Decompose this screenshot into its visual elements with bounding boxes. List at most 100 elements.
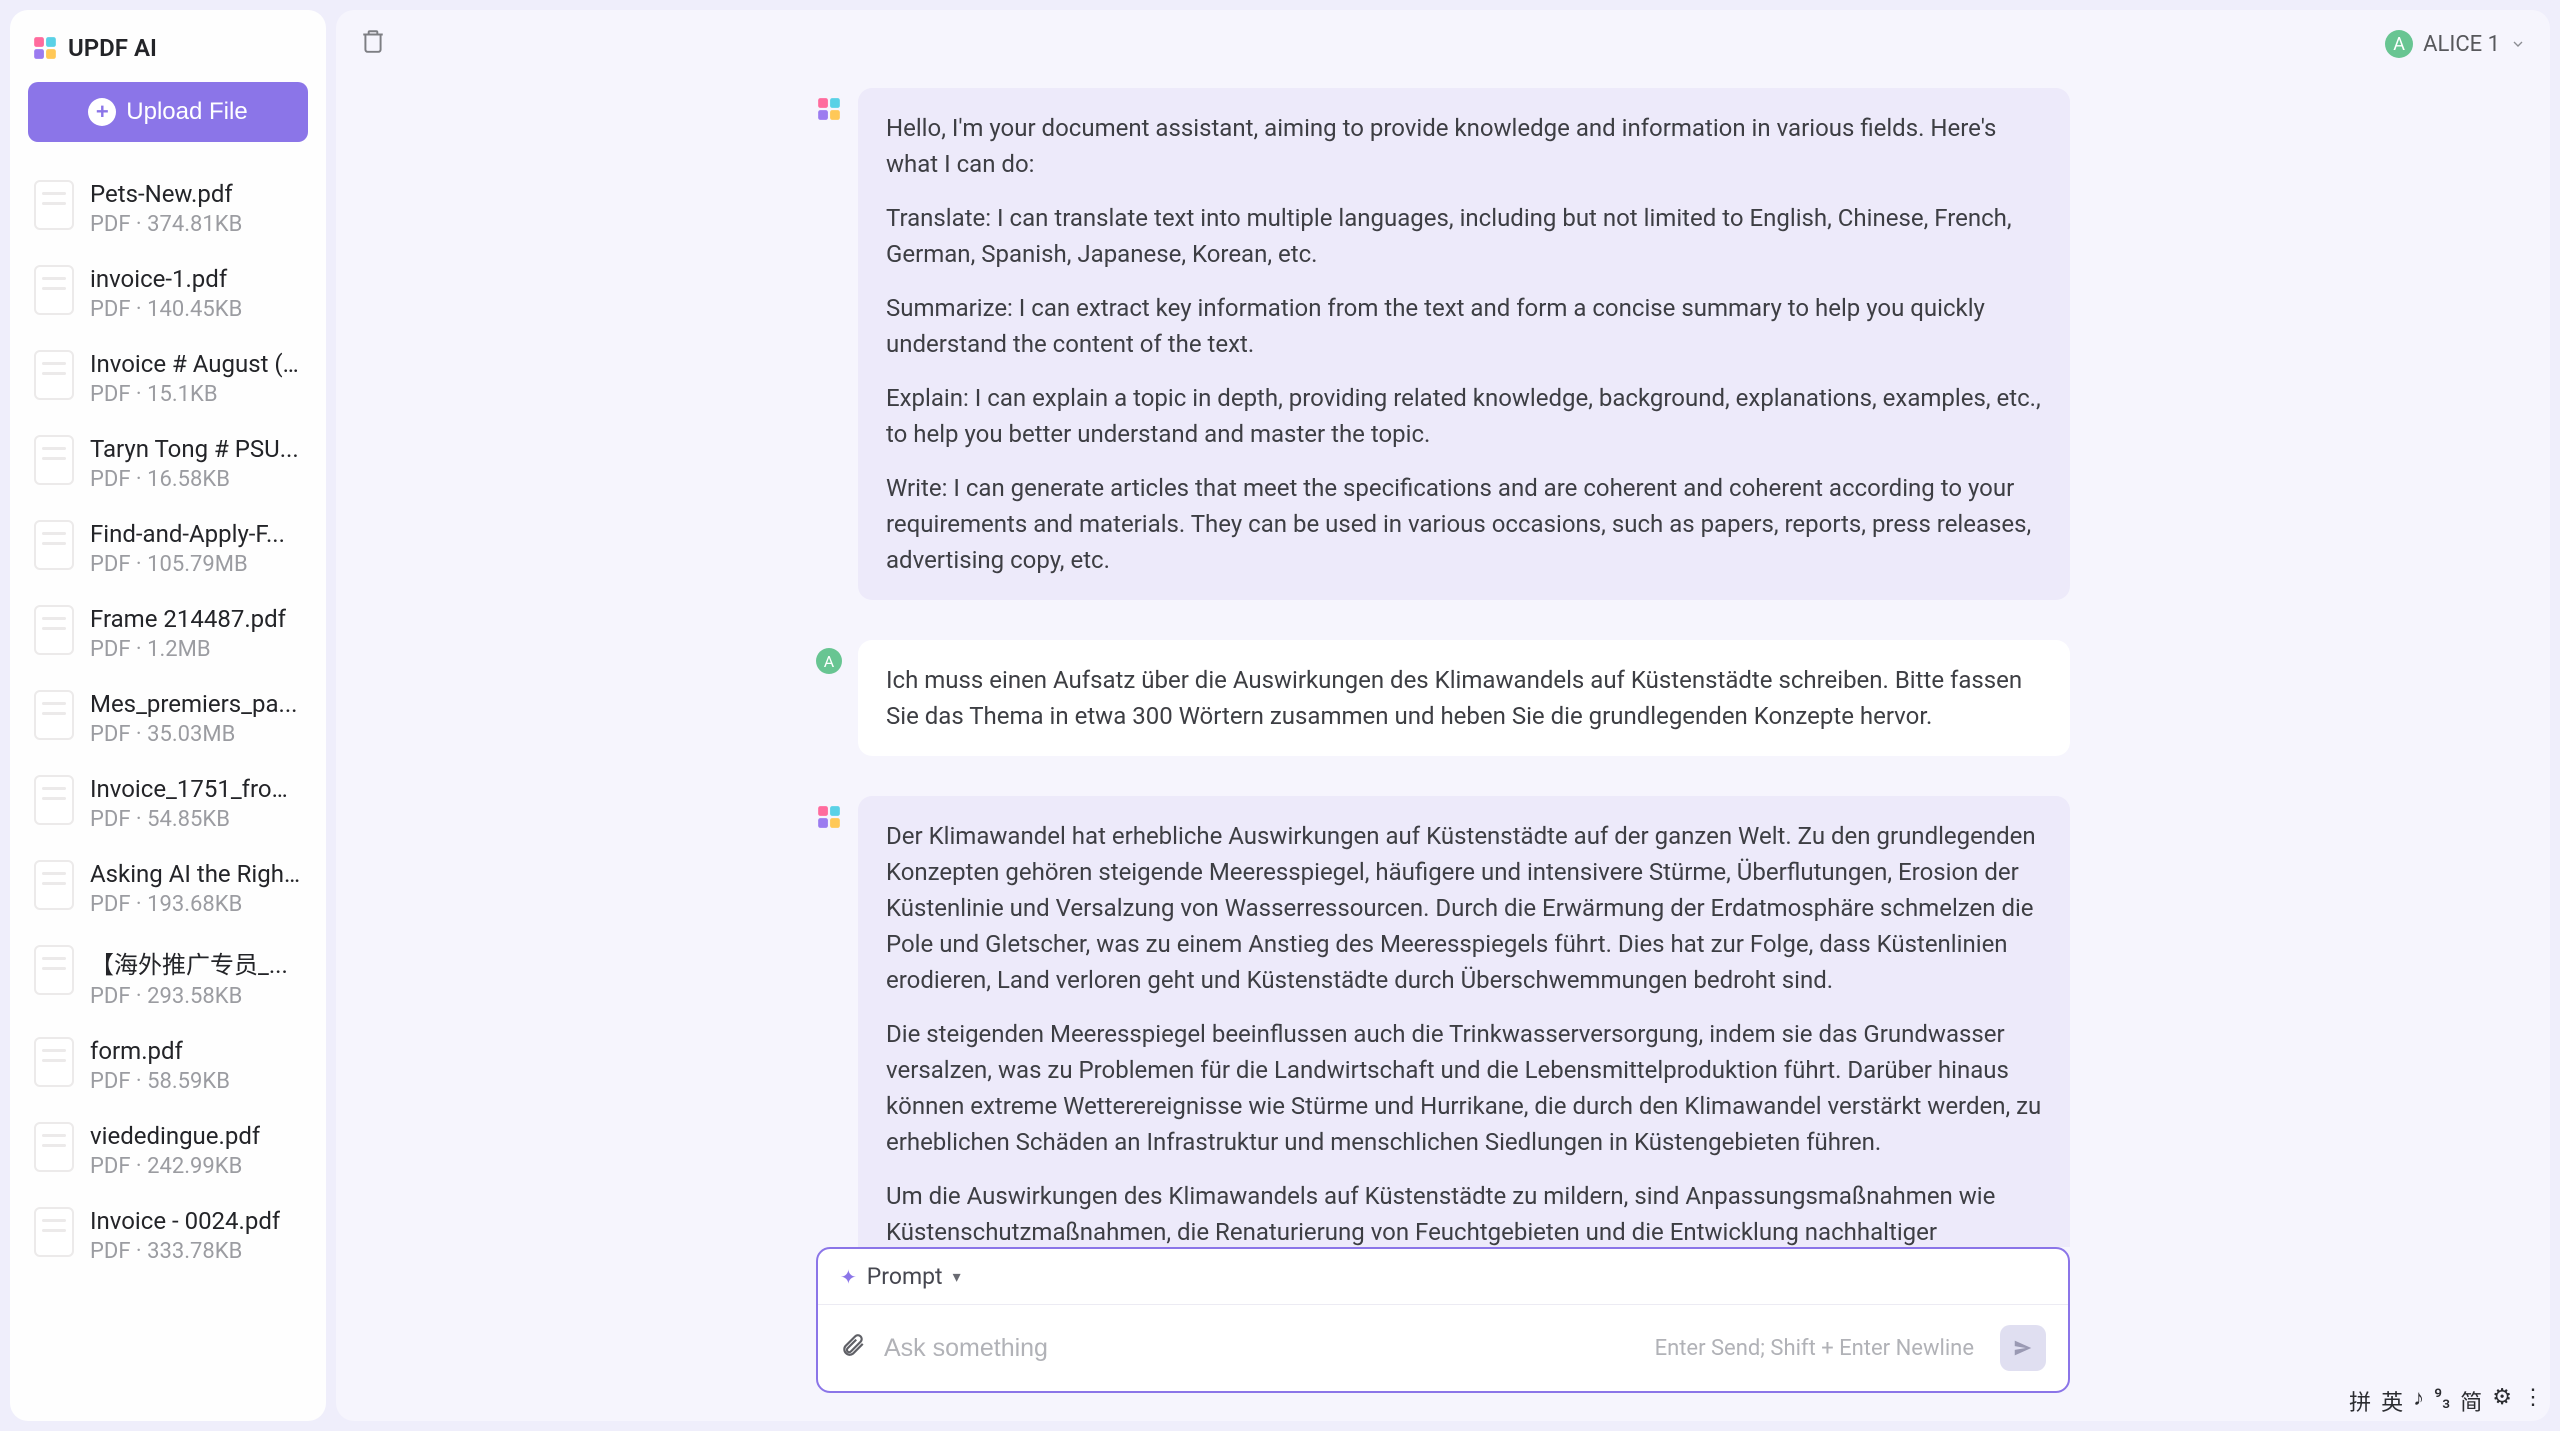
message-bubble: Hello, I'm your document assistant, aimi… [858, 88, 2070, 600]
file-item[interactable]: Mes_premiers_pa... PDF · 35.03MB [28, 676, 308, 761]
file-item[interactable]: invoice-1.pdf PDF · 140.45KB [28, 251, 308, 336]
file-meta: PDF · 105.79MB [90, 552, 285, 577]
file-thumb-icon [34, 520, 74, 570]
message-bubble: Der Klimawandel hat erhebliche Auswirkun… [858, 796, 2070, 1247]
user-message: A Ich muss einen Aufsatz über die Auswir… [816, 640, 2070, 756]
upload-file-button[interactable]: + Upload File [28, 82, 308, 142]
input-area: ✦ Prompt ▾ Enter Send; Shift + Enter New… [336, 1247, 2550, 1421]
file-item[interactable]: Frame 214487.pdf PDF · 1.2MB [28, 591, 308, 676]
file-item[interactable]: Taryn Tong # PSU... PDF · 16.58KB [28, 421, 308, 506]
file-thumb-icon [34, 775, 74, 825]
ime-item[interactable]: 拼 [2347, 1385, 2373, 1417]
app-title: UPDF AI [68, 34, 157, 62]
send-button[interactable] [2000, 1325, 2046, 1371]
file-item[interactable]: Invoice # August (... PDF · 15.1KB [28, 336, 308, 421]
file-thumb-icon [34, 350, 74, 400]
chevron-down-icon [2510, 30, 2526, 58]
file-item[interactable]: viededingue.pdf PDF · 242.99KB [28, 1108, 308, 1193]
ime-item[interactable]: ⚙ [2490, 1385, 2514, 1417]
file-meta: PDF · 1.2MB [90, 637, 286, 662]
message-bubble: Ich muss einen Aufsatz über die Auswirku… [858, 640, 2070, 756]
file-thumb-icon [34, 435, 74, 485]
chat-area: Hello, I'm your document assistant, aimi… [336, 78, 2550, 1247]
app-logo-icon [32, 35, 58, 61]
message-text: Der Klimawandel hat erhebliche Auswirkun… [886, 818, 2042, 998]
sparkle-icon: ✦ [840, 1265, 857, 1289]
file-name: Asking AI the Righ... [90, 860, 300, 888]
file-item[interactable]: Invoice_1751_from... PDF · 54.85KB [28, 761, 308, 846]
message-text: Write: I can generate articles that meet… [886, 470, 2042, 578]
message-text: Summarize: I can extract key information… [886, 290, 2042, 362]
file-thumb-icon [34, 1207, 74, 1257]
plus-icon: + [88, 98, 116, 126]
assistant-message: Hello, I'm your document assistant, aimi… [816, 88, 2070, 600]
file-meta: PDF · 15.1KB [90, 382, 300, 407]
file-name: Taryn Tong # PSU... [90, 435, 299, 463]
bot-avatar-icon [816, 96, 842, 122]
bot-avatar-icon [816, 804, 842, 830]
user-menu[interactable]: A ALICE 1 [2385, 30, 2526, 58]
message-text: Um die Auswirkungen des Klimawandels auf… [886, 1178, 2042, 1247]
ime-item[interactable]: 英 [2379, 1385, 2405, 1417]
input-box: ✦ Prompt ▾ Enter Send; Shift + Enter New… [816, 1247, 2070, 1393]
file-item[interactable]: Invoice - 0024.pdf PDF · 333.78KB [28, 1193, 308, 1278]
file-meta: PDF · 193.68KB [90, 892, 300, 917]
user-name: ALICE 1 [2423, 32, 2500, 57]
chat-input[interactable] [884, 1334, 1637, 1363]
file-meta: PDF · 333.78KB [90, 1239, 280, 1264]
ime-item[interactable]: ⁹₃ [2432, 1385, 2452, 1417]
file-meta: PDF · 242.99KB [90, 1154, 260, 1179]
sidebar: UPDF AI + Upload File Pets-New.pdf PDF ·… [10, 10, 326, 1421]
file-name: Pets-New.pdf [90, 180, 242, 208]
file-thumb-icon [34, 180, 74, 230]
file-item[interactable]: 【海外推广专员_... PDF · 293.58KB [28, 931, 308, 1023]
file-meta: PDF · 58.59KB [90, 1069, 230, 1094]
file-meta: PDF · 16.58KB [90, 467, 299, 492]
message-text: Ich muss einen Aufsatz über die Auswirku… [886, 662, 2042, 734]
message-text: Translate: I can translate text into mul… [886, 200, 2042, 272]
message-text: Explain: I can explain a topic in depth,… [886, 380, 2042, 452]
main-header: A ALICE 1 [336, 10, 2550, 78]
message-text: Die steigenden Meeresspiegel beeinflusse… [886, 1016, 2042, 1160]
assistant-message: Der Klimawandel hat erhebliche Auswirkun… [816, 796, 2070, 1247]
file-list: Pets-New.pdf PDF · 374.81KB invoice-1.pd… [28, 166, 308, 1403]
file-thumb-icon [34, 860, 74, 910]
trash-icon[interactable] [360, 28, 386, 60]
main-panel: A ALICE 1 Hello, I'm your document assis… [336, 10, 2550, 1421]
file-name: Invoice # August (... [90, 350, 300, 378]
file-thumb-icon [34, 690, 74, 740]
file-name: invoice-1.pdf [90, 265, 242, 293]
prompt-label: Prompt [867, 1263, 943, 1290]
ime-item[interactable]: ⋮ [2520, 1385, 2546, 1417]
file-thumb-icon [34, 265, 74, 315]
file-meta: PDF · 54.85KB [90, 807, 300, 832]
file-item[interactable]: Find-and-Apply-F... PDF · 105.79MB [28, 506, 308, 591]
file-thumb-icon [34, 945, 74, 995]
file-name: Find-and-Apply-F... [90, 520, 285, 548]
message-text: Hello, I'm your document assistant, aimi… [886, 110, 2042, 182]
file-name: Invoice_1751_from... [90, 775, 300, 803]
ime-taskbar[interactable]: 拼英♪⁹₃简⚙⋮ [2343, 1381, 2550, 1421]
upload-label: Upload File [126, 98, 247, 126]
file-item[interactable]: Asking AI the Righ... PDF · 193.68KB [28, 846, 308, 931]
file-thumb-icon [34, 605, 74, 655]
user-avatar: A [2385, 30, 2413, 58]
file-meta: PDF · 35.03MB [90, 722, 297, 747]
file-name: Mes_premiers_pa... [90, 690, 297, 718]
ime-item[interactable]: ♪ [2411, 1385, 2426, 1417]
file-name: Invoice - 0024.pdf [90, 1207, 280, 1235]
attach-icon[interactable] [840, 1332, 866, 1364]
caret-down-icon: ▾ [953, 1267, 961, 1286]
input-hint: Enter Send; Shift + Enter Newline [1655, 1336, 1974, 1361]
file-item[interactable]: form.pdf PDF · 58.59KB [28, 1023, 308, 1108]
file-item[interactable]: Pets-New.pdf PDF · 374.81KB [28, 166, 308, 251]
file-name: 【海外推广专员_... [90, 945, 288, 980]
file-name: Frame 214487.pdf [90, 605, 286, 633]
file-meta: PDF · 293.58KB [90, 984, 288, 1009]
file-thumb-icon [34, 1037, 74, 1087]
file-name: viededingue.pdf [90, 1122, 260, 1150]
prompt-selector[interactable]: ✦ Prompt ▾ [818, 1249, 2068, 1305]
sidebar-header: UPDF AI [28, 28, 308, 82]
file-thumb-icon [34, 1122, 74, 1172]
ime-item[interactable]: 简 [2458, 1385, 2484, 1417]
